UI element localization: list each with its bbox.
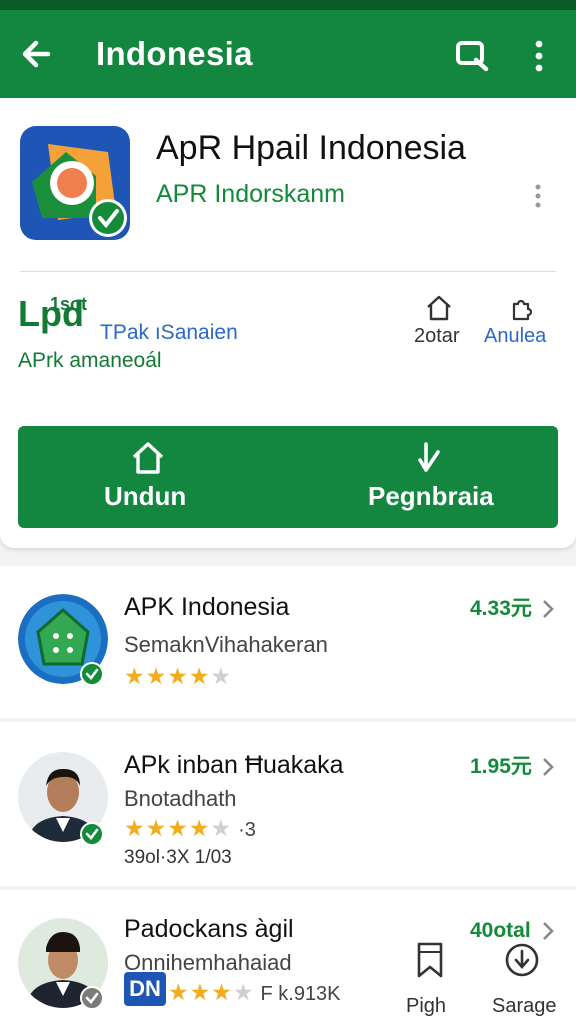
list-item-subtitle: SemaknVihahakeran [124,632,328,657]
list-item-title: APk inban Ħuakaka [124,751,344,779]
chevron-right-icon[interactable] [540,920,556,942]
verified-badge-icon [80,822,104,846]
stat-superscript: 1sot [50,294,88,314]
download-circle-icon [505,943,539,977]
mini-stat-link[interactable]: Anulea [484,324,546,348]
list-item-subtitle: Bnotadhath [124,786,237,811]
chevron-right-icon[interactable] [540,756,556,778]
mini-stat-label: 2otar [414,325,460,347]
bookmark-icon [417,942,443,978]
home-icon [132,442,164,474]
action-bar: Undun Pegnbraia [18,426,558,528]
chevron-right-icon[interactable] [540,598,556,620]
save-button[interactable]: Sarage [484,940,564,1024]
list-item-value: 1.95元 [470,755,532,778]
list-item-meta: 39ol·3X 1/03 [124,847,232,868]
puzzle-icon[interactable] [506,294,536,322]
list-item-title: Padockans àgil [124,915,294,943]
save-label: Sarage [492,995,557,1017]
star-rating: ★★★★★ [124,663,233,689]
star-rating: ★★★★★ ·3 [124,815,256,841]
list-item-value: 4.33元 [470,597,532,620]
arrow-left-icon[interactable] [18,34,58,74]
status-bar [0,0,576,10]
list-item-title: APK Indonesia [124,593,290,621]
app-bar: Indonesia [0,10,576,98]
bookmark-button[interactable]: Pigh [396,940,476,1024]
verified-badge-icon [80,986,104,1010]
install-button-label: Pegnbraia [368,481,494,511]
dn-logo: DN [124,972,166,1006]
developer-link[interactable]: APR Indorskanm [156,178,345,210]
rating-suffix: ·3 [238,819,256,841]
more-vert-icon[interactable] [532,182,544,210]
star-rating: ★★★★ F k.913K [168,979,341,1005]
app-title: ApR Hpail Indonesia [156,129,466,167]
page-title: Indonesia [96,35,253,72]
install-button[interactable]: Pegnbraia [348,426,528,528]
bookmark-label: Pigh [406,995,447,1017]
app-logo-icon[interactable] [20,126,130,240]
stat-label: APrk amaneoál [18,349,162,372]
divider [20,271,556,272]
search-icon[interactable] [452,36,492,76]
download-arrow-icon [418,442,440,472]
download-button-label: Undun [104,481,187,511]
stat-caption: TPak ıSanaien [100,321,238,344]
download-button[interactable]: Undun [78,426,218,528]
list-item[interactable]: APK Indonesia SemaknVihahakeran ★★★★★ 4.… [0,566,576,718]
list-item[interactable]: APk inban Ħuakaka Bnotadhath ★★★★★ ·3 39o… [0,722,576,886]
more-vert-icon[interactable] [524,36,554,76]
verified-badge-icon [80,662,104,686]
rating-suffix: F k.913K [260,983,341,1005]
home-icon[interactable] [424,294,454,322]
app-header-card: ApR Hpail Indonesia APR Indorskanm Lpd 1… [0,98,576,548]
